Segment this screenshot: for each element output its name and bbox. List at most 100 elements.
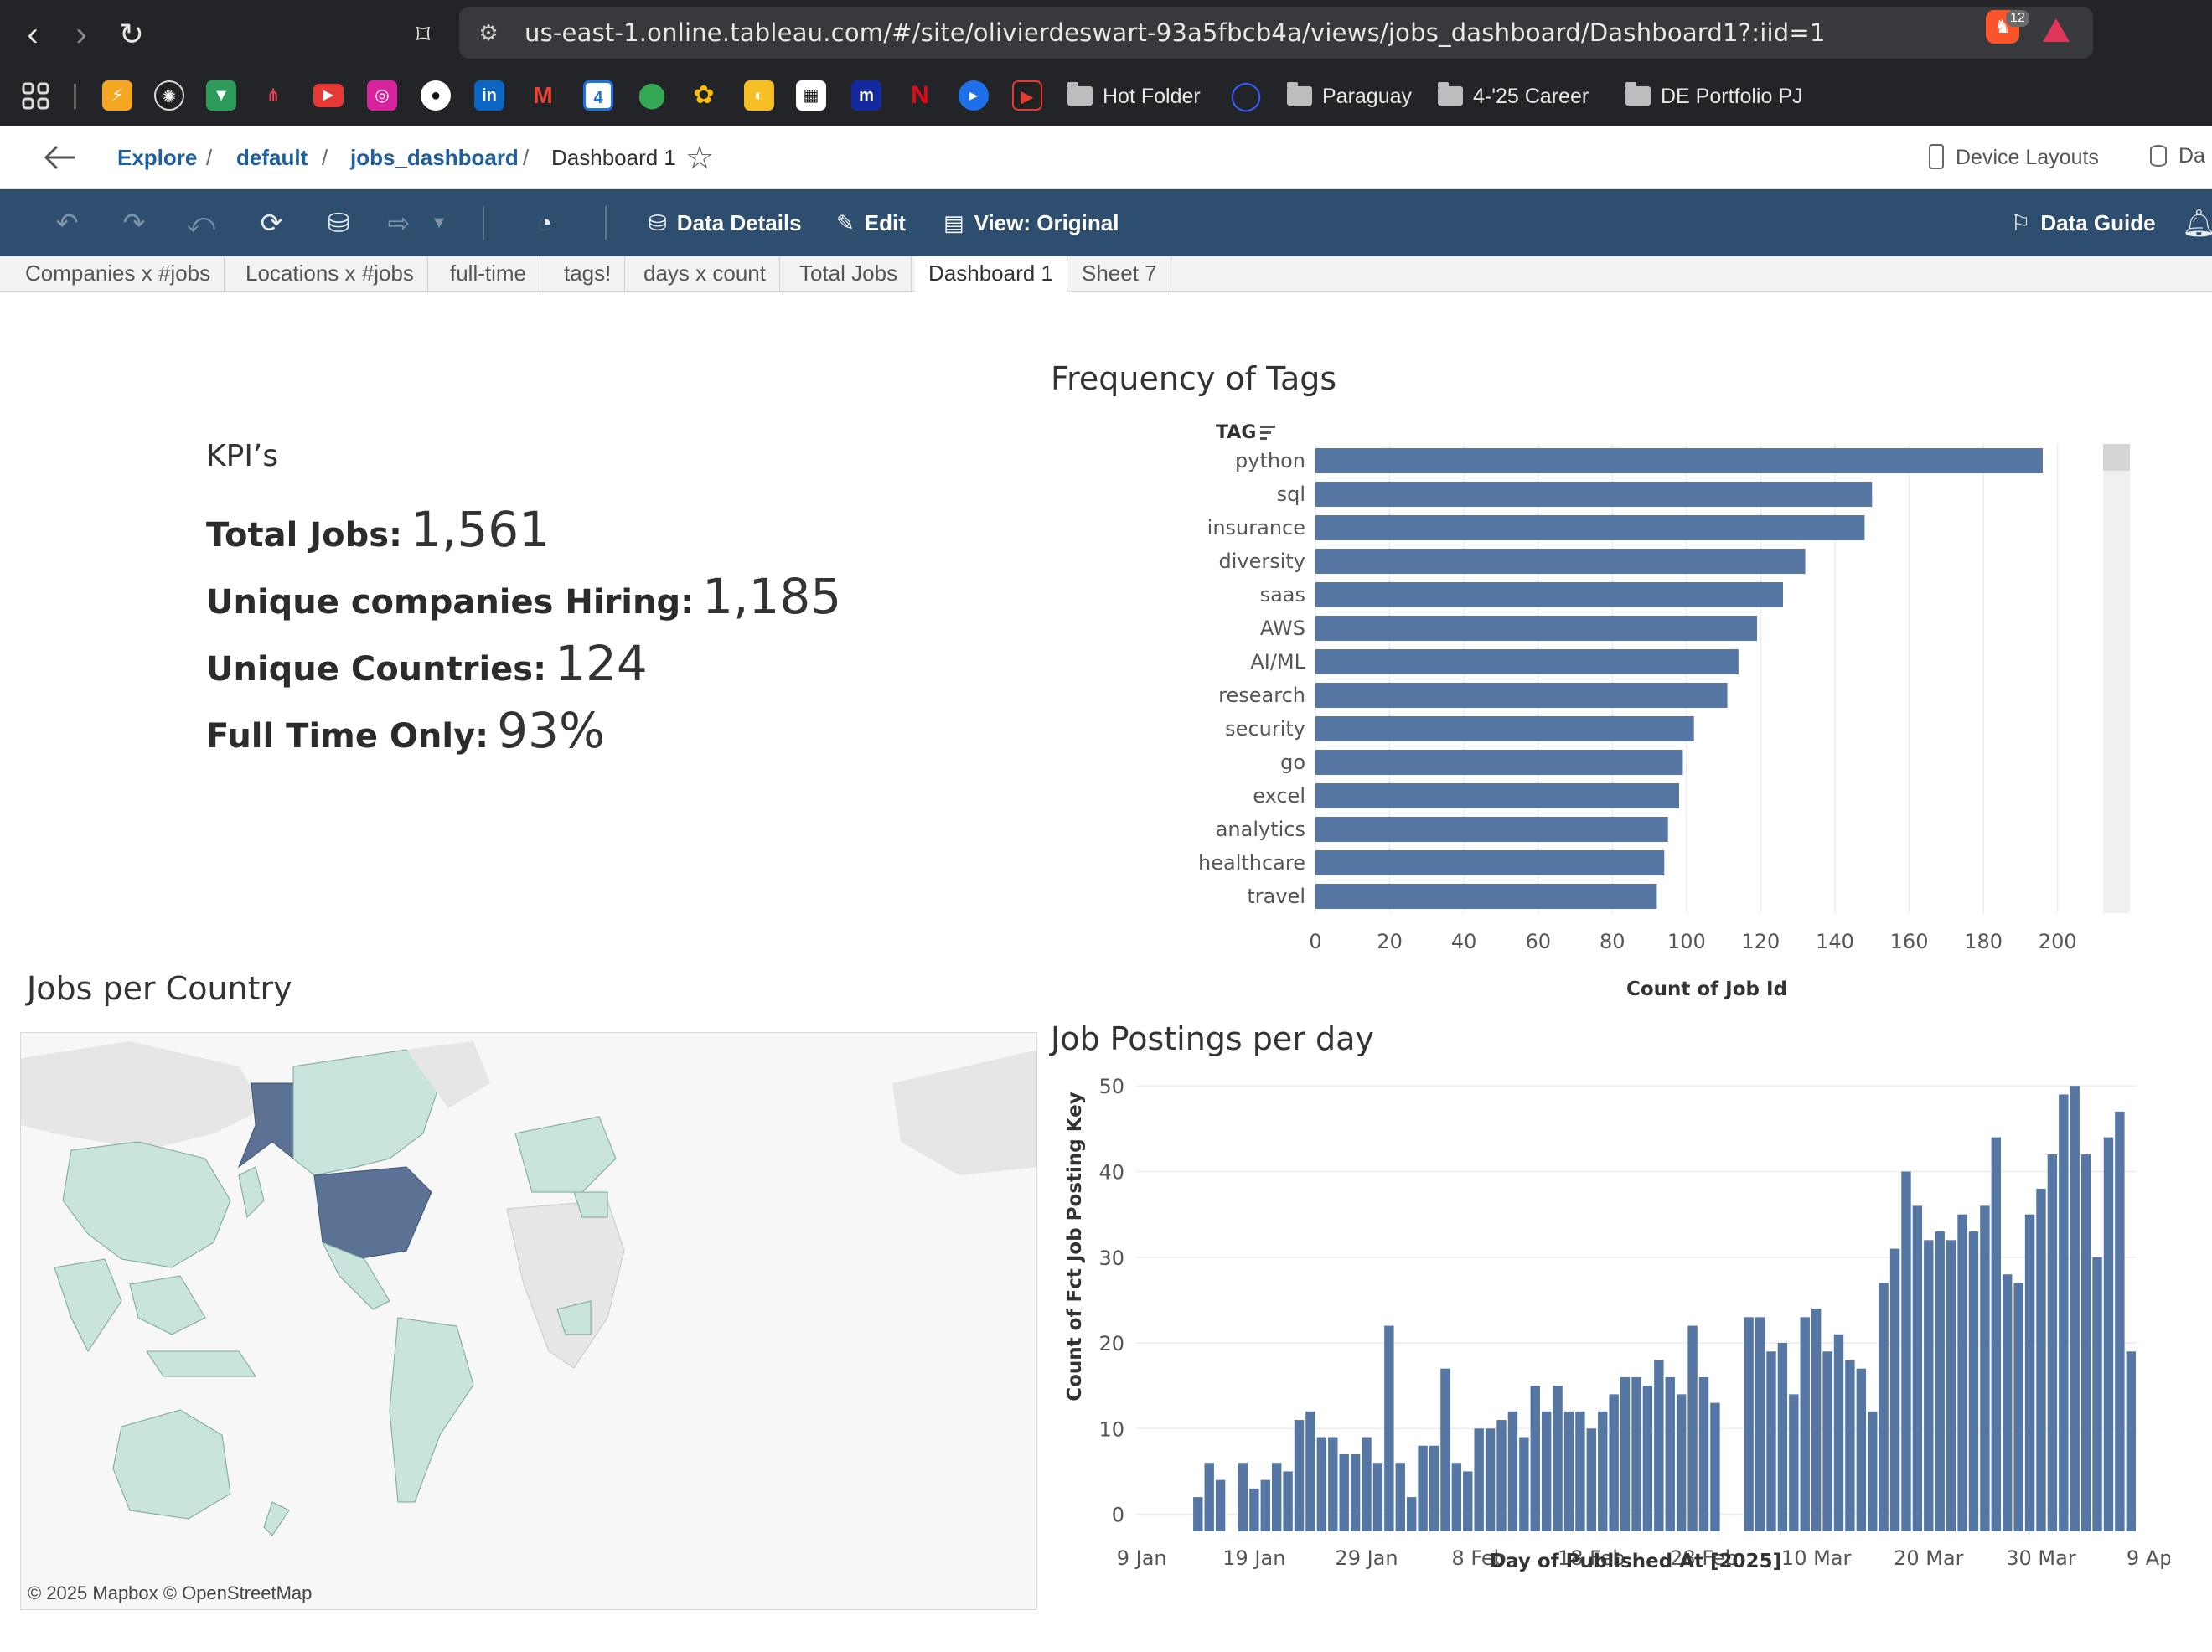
postings-bar[interactable]	[1811, 1309, 1822, 1531]
postings-bar[interactable]	[1777, 1343, 1788, 1531]
tags-scrollbar[interactable]	[2103, 444, 2130, 913]
postings-bar[interactable]	[1789, 1394, 1799, 1531]
postings-bar[interactable]	[1496, 1420, 1507, 1531]
tab-full-time[interactable]: full-time	[437, 256, 541, 292]
brave-rewards-icon[interactable]	[2043, 18, 2070, 42]
postings-bar[interactable]	[1665, 1376, 1675, 1531]
device-layouts-button[interactable]: Device Layouts	[1929, 144, 2099, 170]
tag-label[interactable]: healthcare	[1198, 851, 1305, 875]
tag-bar[interactable]	[1315, 783, 1679, 808]
postings-bar[interactable]	[1283, 1471, 1293, 1531]
dropdown-caret-icon[interactable]: ▼	[422, 206, 456, 240]
qr-icon[interactable]: ▦	[796, 80, 826, 111]
tags-scroll-thumb[interactable]	[2103, 444, 2130, 471]
postings-bar[interactable]	[1563, 1411, 1574, 1531]
postings-bar[interactable]	[1609, 1394, 1619, 1531]
performance-icon[interactable]: ◔	[528, 206, 561, 240]
play-icon[interactable]: ▸	[959, 80, 989, 111]
breadcrumb-explore[interactable]: Explore	[117, 144, 197, 171]
postings-bar[interactable]	[1833, 1334, 1844, 1531]
bookmark-icon[interactable]: ▼	[206, 80, 236, 111]
tab-days-x-count[interactable]: days x count	[630, 256, 780, 292]
maps-icon[interactable]: ⬤	[637, 80, 667, 111]
meetup-icon[interactable]: m	[851, 80, 881, 111]
postings-bar[interactable]	[2036, 1188, 2046, 1531]
pause-updates-icon[interactable]: ⛁	[322, 206, 355, 240]
tag-bar[interactable]	[1315, 850, 1665, 875]
tag-label[interactable]: travel	[1247, 885, 1305, 908]
postings-bar[interactable]	[1204, 1463, 1214, 1531]
tag-label[interactable]: AI/ML	[1250, 650, 1305, 674]
postings-bar[interactable]	[2115, 1111, 2125, 1531]
tag-bar[interactable]	[1315, 683, 1728, 708]
back-arrow-icon[interactable]	[42, 141, 79, 174]
tag-label[interactable]: AWS	[1260, 617, 1305, 640]
view-original-button[interactable]: ▤ View: Original	[943, 206, 1119, 240]
postings-bar[interactable]	[1316, 1437, 1327, 1531]
tag-label[interactable]: research	[1218, 684, 1305, 707]
forward-icon[interactable]: ⇨	[382, 206, 416, 240]
postings-bar[interactable]	[1215, 1479, 1226, 1531]
tab-total-jobs[interactable]: Total Jobs	[786, 256, 912, 292]
tag-bar[interactable]	[1315, 482, 1873, 507]
postings-bar[interactable]	[1485, 1428, 1496, 1531]
postings-bar[interactable]	[1249, 1488, 1259, 1531]
calendar-icon[interactable]: 4	[583, 80, 613, 111]
postings-bar[interactable]	[2024, 1214, 2035, 1531]
postings-bar[interactable]	[1968, 1231, 1979, 1531]
tag-label[interactable]: python	[1235, 449, 1305, 472]
postings-bar[interactable]	[1586, 1428, 1597, 1531]
revert-icon[interactable]: ⤺	[184, 206, 218, 240]
postings-bar[interactable]	[1294, 1420, 1305, 1531]
postings-bar[interactable]	[1946, 1240, 1956, 1531]
forward-icon[interactable]: ›	[59, 12, 104, 57]
tag-label[interactable]: security	[1225, 717, 1305, 741]
postings-bar[interactable]	[1339, 1453, 1349, 1531]
postings-bar[interactable]	[1463, 1471, 1473, 1531]
postings-bar[interactable]	[1991, 1137, 2002, 1531]
netflix-icon[interactable]: N	[905, 80, 935, 111]
postings-bar[interactable]	[1744, 1317, 1754, 1531]
country-indonesia[interactable]	[146, 1350, 256, 1377]
postings-bar[interactable]	[1384, 1325, 1394, 1531]
postings-bar[interactable]	[1451, 1463, 1462, 1531]
postings-bar[interactable]	[1654, 1360, 1664, 1531]
postings-bar[interactable]	[1598, 1411, 1608, 1531]
postings-bar[interactable]	[2059, 1094, 2069, 1531]
postings-bar[interactable]	[1418, 1445, 1428, 1531]
postings-bar[interactable]	[2080, 1154, 2091, 1531]
postings-bar[interactable]	[1620, 1376, 1631, 1531]
refresh-data-icon[interactable]: ⟳	[255, 206, 288, 240]
postings-bar[interactable]	[1519, 1437, 1529, 1531]
postings-bar[interactable]	[1912, 1205, 1923, 1531]
postings-bar[interactable]	[1889, 1248, 1900, 1531]
postings-bar[interactable]	[1260, 1479, 1270, 1531]
url-text[interactable]: us-east-1.online.tableau.com/#/site/oliv…	[525, 7, 1826, 59]
postings-bar[interactable]	[1507, 1411, 1518, 1531]
video-icon[interactable]: ▶	[1012, 80, 1042, 111]
keep-icon[interactable]: ◐	[744, 80, 774, 111]
back-icon[interactable]: ‹	[10, 12, 55, 57]
address-bar[interactable]: ⚙ us-east-1.online.tableau.com/#/site/ol…	[459, 7, 2093, 59]
postings-bar[interactable]	[2126, 1351, 2136, 1531]
postings-bar[interactable]	[1800, 1317, 1810, 1531]
postings-bar[interactable]	[1631, 1376, 1641, 1531]
postings-bar[interactable]	[1372, 1463, 1383, 1531]
postings-bar[interactable]	[1957, 1214, 1967, 1531]
data-source-button[interactable]: Da	[2150, 144, 2205, 168]
tab-dashboard-1[interactable]: Dashboard 1	[915, 256, 1067, 292]
postings-bar[interactable]	[2103, 1137, 2114, 1531]
postings-bar[interactable]	[1924, 1240, 1934, 1531]
postings-bar[interactable]	[1474, 1428, 1484, 1531]
openai-icon[interactable]: ✺	[154, 80, 184, 111]
postings-bar[interactable]	[1238, 1463, 1248, 1531]
tag-label[interactable]: saas	[1260, 583, 1305, 607]
postings-bar[interactable]	[1350, 1453, 1361, 1531]
jobs-per-country-map[interactable]: © 2025 Mapbox © OpenStreetMap	[20, 1032, 1037, 1610]
postings-bar[interactable]	[1362, 1437, 1372, 1531]
tag-label[interactable]: excel	[1253, 784, 1305, 808]
edit-button[interactable]: ✎ Edit	[836, 206, 906, 240]
tab-companies-x-jobs[interactable]: Companies x #jobs	[12, 256, 225, 292]
postings-bar[interactable]	[1845, 1360, 1855, 1531]
github-icon[interactable]: ●	[421, 80, 451, 111]
